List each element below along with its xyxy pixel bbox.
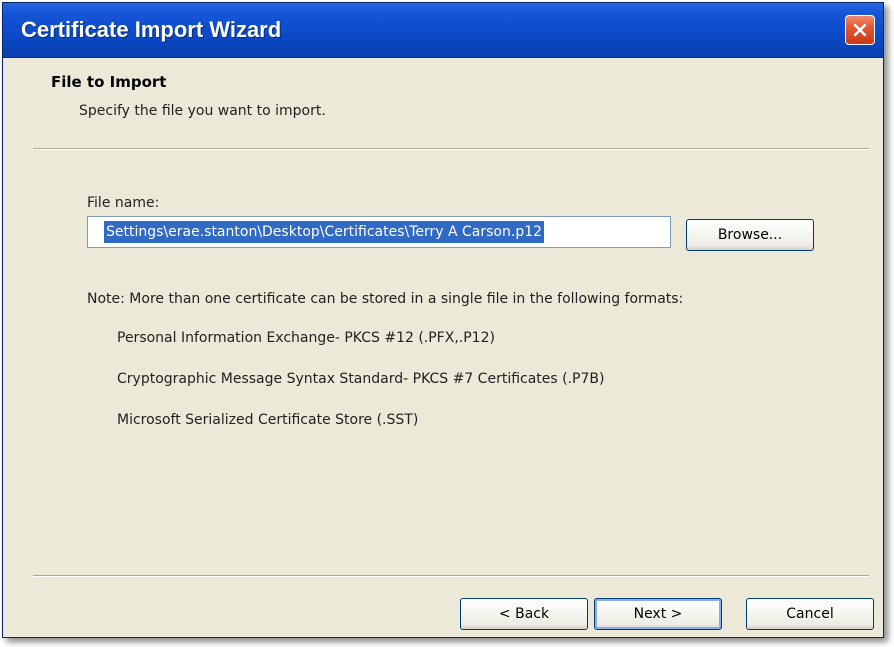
header-divider [33,148,869,150]
file-name-value: Settings\erae.stanton\Desktop\Certificat… [104,221,545,243]
close-icon [853,23,867,37]
footer-divider [33,575,869,577]
page-subtitle: Specify the file you want to import. [79,103,326,119]
note-text: Note: More than one certificate can be s… [87,291,684,307]
format-item-sst: Microsoft Serialized Certificate Store (… [117,412,419,428]
wizard-header: File to Import Specify the file you want… [3,58,883,153]
browse-button[interactable]: Browse... [686,219,814,251]
back-button[interactable]: < Back [460,598,588,630]
format-item-pkcs7: Cryptographic Message Syntax Standard- P… [117,371,605,387]
cancel-button[interactable]: Cancel [746,598,874,630]
certificate-import-wizard-window: Certificate Import Wizard File to Import… [2,2,884,638]
window-title: Certificate Import Wizard [21,17,282,42]
file-name-label: File name: [87,195,160,211]
next-button[interactable]: Next > [594,598,722,630]
close-button[interactable] [845,15,875,45]
title-bar[interactable]: Certificate Import Wizard [3,3,883,58]
page-title: File to Import [51,73,167,91]
format-item-pkcs12: Personal Information Exchange- PKCS #12 … [117,330,495,346]
file-name-input[interactable]: Settings\erae.stanton\Desktop\Certificat… [87,216,671,248]
